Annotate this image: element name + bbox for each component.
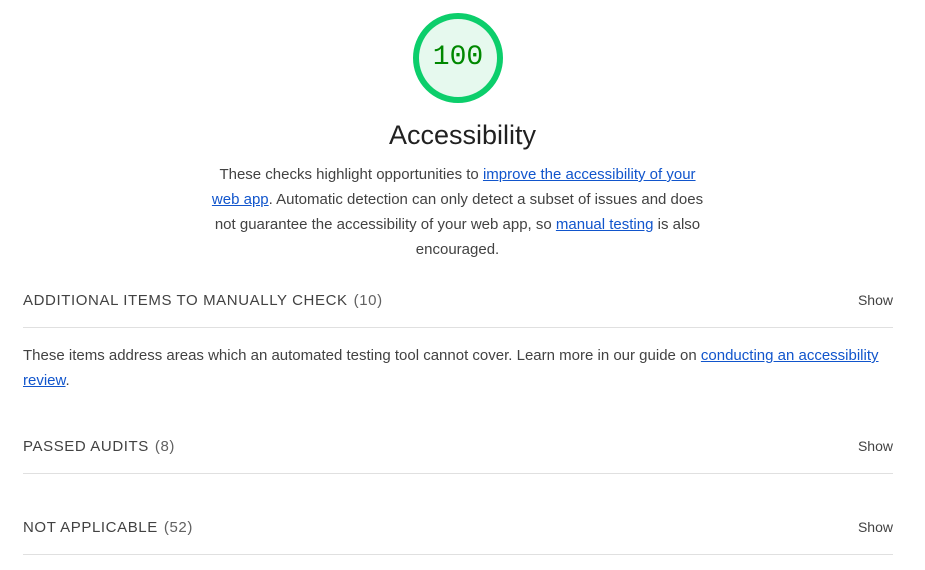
group-title-text: ADDITIONAL ITEMS TO MANUALLY CHECK (23, 291, 348, 309)
group-title-text: PASSED AUDITS (23, 437, 149, 455)
divider (23, 473, 893, 474)
score-gauge[interactable]: 100 (412, 12, 504, 104)
group-title: ADDITIONAL ITEMS TO MANUALLY CHECK (10) (23, 292, 383, 309)
group-title: PASSED AUDITS (8) (23, 438, 175, 455)
group-header-passed-audits[interactable]: PASSED AUDITS (8) Show (23, 431, 893, 461)
group-title-text: NOT APPLICABLE (23, 518, 158, 536)
group-description-text-2: . (65, 372, 70, 389)
group-description-manual-check: These items address areas which an autom… (23, 343, 893, 393)
group-description-text-1: These items address areas which an autom… (23, 347, 701, 364)
group-count: (10) (353, 291, 383, 309)
description-text-1: These checks highlight opportunities to (219, 166, 483, 183)
score-value: 100 (432, 42, 484, 73)
category-title: Accessibility (388, 120, 537, 150)
show-toggle-button[interactable]: Show (858, 519, 893, 535)
manual-testing-link[interactable]: manual testing (556, 216, 654, 233)
show-toggle-button[interactable]: Show (858, 438, 893, 454)
show-toggle-button[interactable]: Show (858, 292, 893, 308)
category-description: These checks highlight opportunities to … (205, 162, 710, 262)
group-count: (8) (154, 437, 176, 455)
group-header-manual-check[interactable]: ADDITIONAL ITEMS TO MANUALLY CHECK (10) S… (23, 285, 893, 315)
group-title: NOT APPLICABLE (52) (23, 519, 193, 536)
divider (23, 554, 893, 555)
lighthouse-report: 100 Accessibility These checks highlight… (0, 0, 925, 570)
group-count: (52) (163, 518, 193, 536)
divider (23, 327, 893, 328)
group-header-not-applicable[interactable]: NOT APPLICABLE (52) Show (23, 512, 893, 542)
